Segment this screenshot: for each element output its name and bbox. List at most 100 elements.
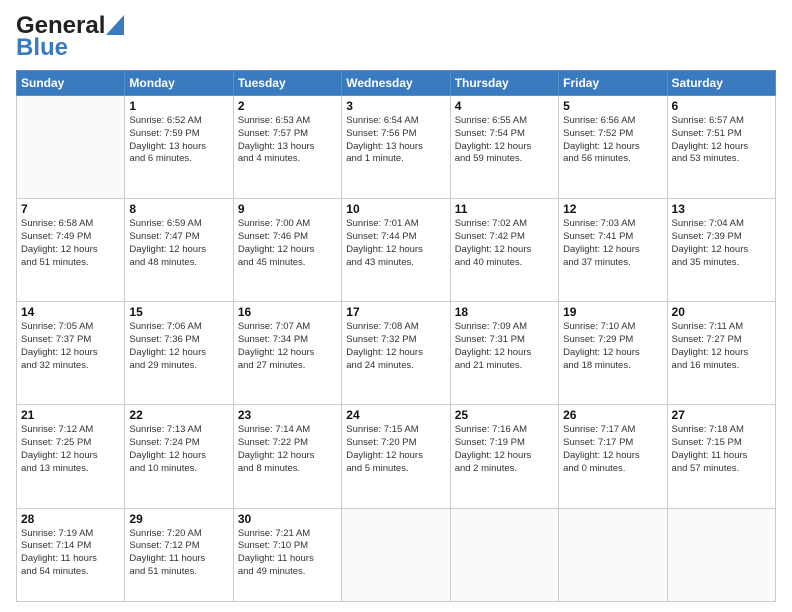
day-info: Sunrise: 7:12 AM Sunset: 7:25 PM Dayligh… [21,424,120,475]
day-number: 21 [21,408,120,422]
day-info: Sunrise: 7:17 AM Sunset: 7:17 PM Dayligh… [563,424,662,475]
day-info: Sunrise: 6:59 AM Sunset: 7:47 PM Dayligh… [129,218,228,269]
day-number: 30 [238,512,337,526]
day-number: 13 [672,202,771,216]
calendar-cell: 21 Sunrise: 7:12 AM Sunset: 7:25 PM Dayli… [17,405,125,508]
calendar-cell: 11Sunrise: 7:02 AM Sunset: 7:42 PM Dayli… [450,199,558,302]
calendar-cell: 2 Sunrise: 6:53 AM Sunset: 7:57 PM Daylig… [233,96,341,199]
day-info: Sunrise: 7:02 AM Sunset: 7:42 PM Dayligh… [455,218,554,269]
day-info: Sunrise: 7:13 AM Sunset: 7:24 PM Dayligh… [129,424,228,475]
calendar-week-5: 28 Sunrise: 7:19 AM Sunset: 7:14 PM Dayli… [17,508,776,601]
day-number: 6 [672,99,771,113]
calendar-cell: 3Sunrise: 6:54 AM Sunset: 7:56 PM Daylig… [342,96,450,199]
day-number: 12 [563,202,662,216]
logo-blue: Blue [16,34,68,62]
calendar-cell [667,508,775,601]
calendar-cell: 1Sunrise: 6:52 AM Sunset: 7:59 PM Daylig… [125,96,233,199]
calendar-cell: 6 Sunrise: 6:57 AM Sunset: 7:51 PM Daylig… [667,96,775,199]
day-info: Sunrise: 7:21 AM Sunset: 7:10 PM Dayligh… [238,528,337,579]
day-number: 15 [129,305,228,319]
day-number: 23 [238,408,337,422]
day-number: 9 [238,202,337,216]
day-info: Sunrise: 6:52 AM Sunset: 7:59 PM Dayligh… [129,115,228,166]
logo: General Blue [16,12,124,62]
day-info: Sunrise: 7:08 AM Sunset: 7:32 PM Dayligh… [346,321,445,372]
calendar-cell [17,96,125,199]
calendar-cell: 8 Sunrise: 6:59 AM Sunset: 7:47 PM Daylig… [125,199,233,302]
calendar-cell [450,508,558,601]
logo-triangle-icon [106,15,124,35]
calendar-week-3: 14 Sunrise: 7:05 AM Sunset: 7:37 PM Dayli… [17,302,776,405]
calendar-cell: 30 Sunrise: 7:21 AM Sunset: 7:10 PM Dayli… [233,508,341,601]
calendar-cell: 15 Sunrise: 7:06 AM Sunset: 7:36 PM Dayli… [125,302,233,405]
calendar-cell: 23 Sunrise: 7:14 AM Sunset: 7:22 PM Dayli… [233,405,341,508]
day-info: Sunrise: 7:09 AM Sunset: 7:31 PM Dayligh… [455,321,554,372]
weekday-header-tuesday: Tuesday [233,71,341,96]
day-number: 28 [21,512,120,526]
day-number: 20 [672,305,771,319]
weekday-header-friday: Friday [559,71,667,96]
calendar-table: SundayMondayTuesdayWednesdayThursdayFrid… [16,70,776,602]
day-info: Sunrise: 7:18 AM Sunset: 7:15 PM Dayligh… [672,424,771,475]
day-number: 26 [563,408,662,422]
day-info: Sunrise: 7:16 AM Sunset: 7:19 PM Dayligh… [455,424,554,475]
day-number: 29 [129,512,228,526]
day-info: Sunrise: 7:07 AM Sunset: 7:34 PM Dayligh… [238,321,337,372]
calendar-cell [559,508,667,601]
day-info: Sunrise: 6:57 AM Sunset: 7:51 PM Dayligh… [672,115,771,166]
day-number: 22 [129,408,228,422]
calendar-cell: 10 Sunrise: 7:01 AM Sunset: 7:44 PM Dayli… [342,199,450,302]
day-number: 19 [563,305,662,319]
day-info: Sunrise: 6:53 AM Sunset: 7:57 PM Dayligh… [238,115,337,166]
calendar-cell: 24 Sunrise: 7:15 AM Sunset: 7:20 PM Dayli… [342,405,450,508]
day-number: 25 [455,408,554,422]
calendar-cell: 27 Sunrise: 7:18 AM Sunset: 7:15 PM Dayli… [667,405,775,508]
page: General Blue SundayMondayTuesdayWednesda… [0,0,792,612]
calendar-header-row: SundayMondayTuesdayWednesdayThursdayFrid… [17,71,776,96]
calendar-cell: 4Sunrise: 6:55 AM Sunset: 7:54 PM Daylig… [450,96,558,199]
day-number: 10 [346,202,445,216]
day-info: Sunrise: 7:06 AM Sunset: 7:36 PM Dayligh… [129,321,228,372]
day-info: Sunrise: 7:01 AM Sunset: 7:44 PM Dayligh… [346,218,445,269]
calendar-cell: 19Sunrise: 7:10 AM Sunset: 7:29 PM Dayli… [559,302,667,405]
day-info: Sunrise: 7:15 AM Sunset: 7:20 PM Dayligh… [346,424,445,475]
day-number: 2 [238,99,337,113]
day-number: 17 [346,305,445,319]
header: General Blue [16,12,776,62]
calendar-cell: 13 Sunrise: 7:04 AM Sunset: 7:39 PM Dayli… [667,199,775,302]
day-info: Sunrise: 6:54 AM Sunset: 7:56 PM Dayligh… [346,115,445,166]
day-info: Sunrise: 6:55 AM Sunset: 7:54 PM Dayligh… [455,115,554,166]
calendar-cell: 16 Sunrise: 7:07 AM Sunset: 7:34 PM Dayli… [233,302,341,405]
day-info: Sunrise: 7:05 AM Sunset: 7:37 PM Dayligh… [21,321,120,372]
calendar-week-1: 1Sunrise: 6:52 AM Sunset: 7:59 PM Daylig… [17,96,776,199]
calendar-cell: 17 Sunrise: 7:08 AM Sunset: 7:32 PM Dayli… [342,302,450,405]
day-info: Sunrise: 6:56 AM Sunset: 7:52 PM Dayligh… [563,115,662,166]
day-info: Sunrise: 7:19 AM Sunset: 7:14 PM Dayligh… [21,528,120,579]
day-info: Sunrise: 7:20 AM Sunset: 7:12 PM Dayligh… [129,528,228,579]
calendar-cell: 26 Sunrise: 7:17 AM Sunset: 7:17 PM Dayli… [559,405,667,508]
day-number: 8 [129,202,228,216]
day-info: Sunrise: 7:11 AM Sunset: 7:27 PM Dayligh… [672,321,771,372]
calendar-cell: 14 Sunrise: 7:05 AM Sunset: 7:37 PM Dayli… [17,302,125,405]
day-info: Sunrise: 7:14 AM Sunset: 7:22 PM Dayligh… [238,424,337,475]
calendar-cell: 9 Sunrise: 7:00 AM Sunset: 7:46 PM Daylig… [233,199,341,302]
day-number: 16 [238,305,337,319]
calendar-cell: 29 Sunrise: 7:20 AM Sunset: 7:12 PM Dayli… [125,508,233,601]
day-number: 24 [346,408,445,422]
calendar-cell: 20 Sunrise: 7:11 AM Sunset: 7:27 PM Dayli… [667,302,775,405]
calendar-cell: 22 Sunrise: 7:13 AM Sunset: 7:24 PM Dayli… [125,405,233,508]
day-number: 27 [672,408,771,422]
calendar-cell: 12 Sunrise: 7:03 AM Sunset: 7:41 PM Dayli… [559,199,667,302]
calendar-week-4: 21 Sunrise: 7:12 AM Sunset: 7:25 PM Dayli… [17,405,776,508]
day-number: 7 [21,202,120,216]
day-number: 18 [455,305,554,319]
calendar-cell: 18 Sunrise: 7:09 AM Sunset: 7:31 PM Dayli… [450,302,558,405]
day-info: Sunrise: 7:04 AM Sunset: 7:39 PM Dayligh… [672,218,771,269]
day-info: Sunrise: 7:03 AM Sunset: 7:41 PM Dayligh… [563,218,662,269]
calendar-cell: 25 Sunrise: 7:16 AM Sunset: 7:19 PM Dayli… [450,405,558,508]
calendar-cell: 5Sunrise: 6:56 AM Sunset: 7:52 PM Daylig… [559,96,667,199]
day-info: Sunrise: 6:58 AM Sunset: 7:49 PM Dayligh… [21,218,120,269]
day-info: Sunrise: 7:00 AM Sunset: 7:46 PM Dayligh… [238,218,337,269]
calendar-cell: 7 Sunrise: 6:58 AM Sunset: 7:49 PM Daylig… [17,199,125,302]
day-number: 14 [21,305,120,319]
